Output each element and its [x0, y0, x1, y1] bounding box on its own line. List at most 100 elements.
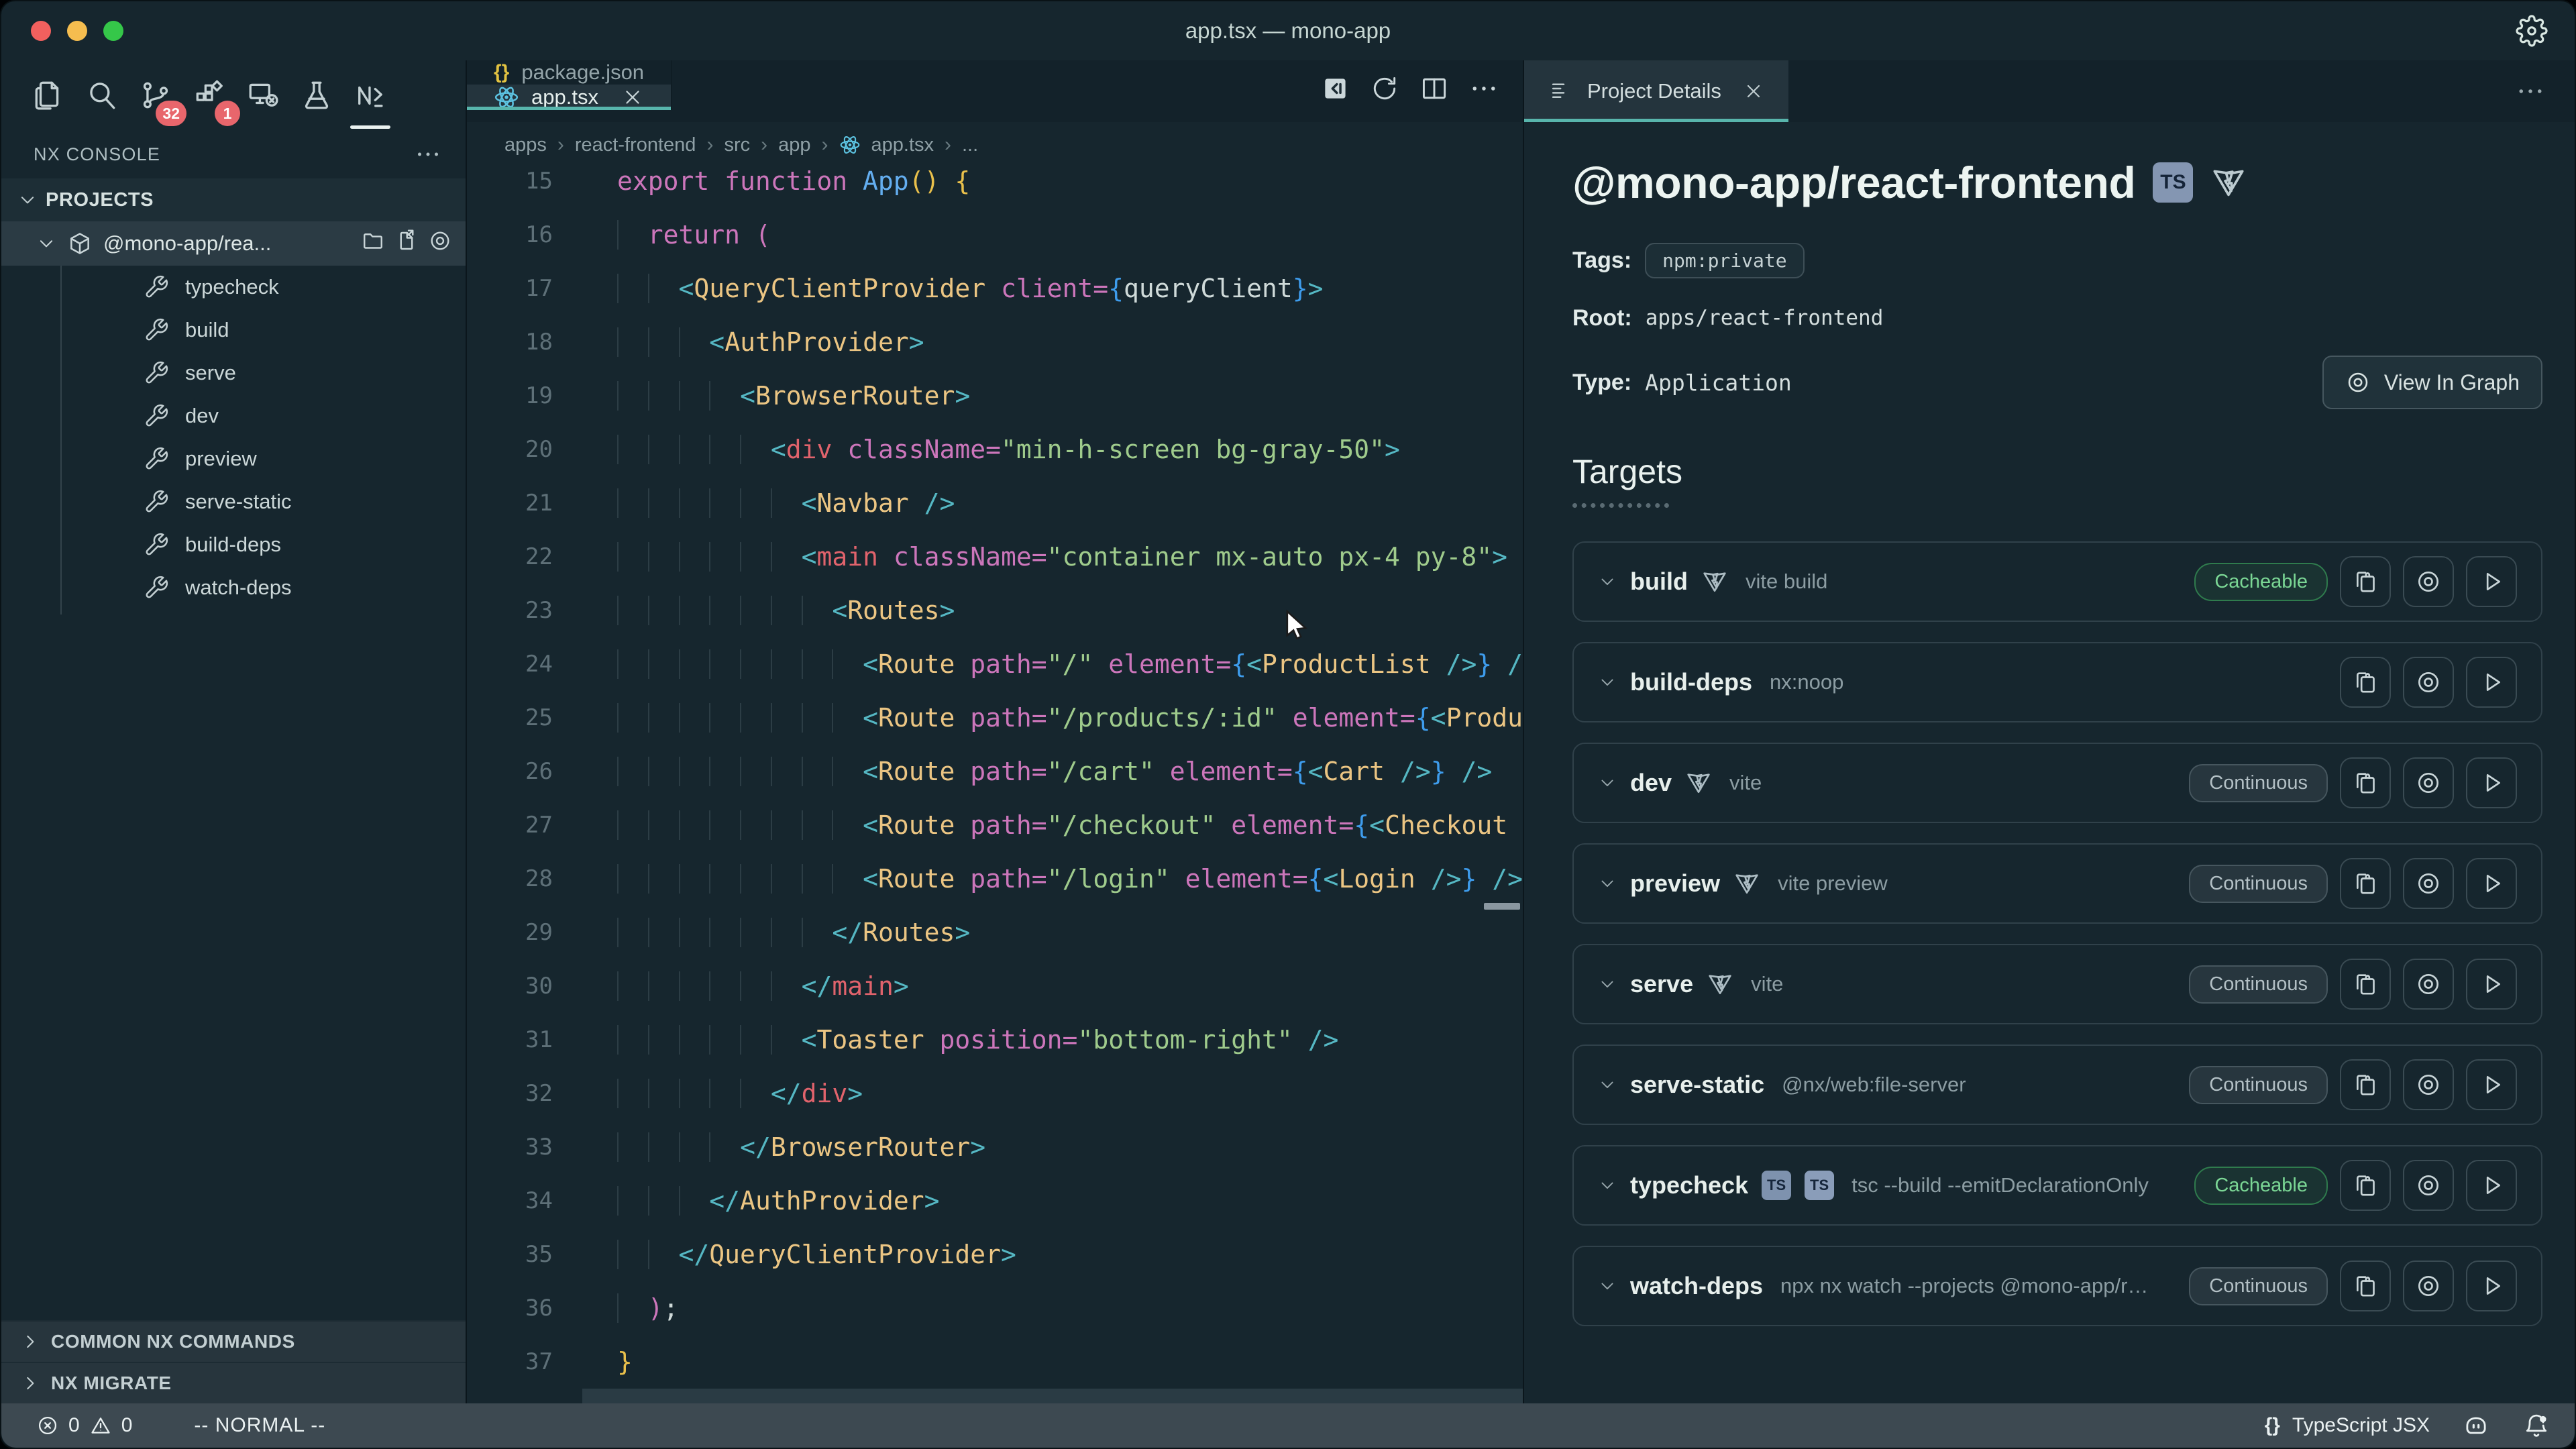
run-target-button[interactable]: [2466, 657, 2517, 708]
project-row-selected[interactable]: @mono-app/rea...: [1, 221, 466, 266]
tree-item-dev[interactable]: dev: [1, 394, 466, 437]
sidebar-header: NX CONSOLE: [1, 130, 466, 178]
tab-app.tsx[interactable]: app.tsx: [467, 85, 672, 110]
minimize-window-button[interactable]: [67, 21, 87, 41]
open-changes-button[interactable]: [1320, 74, 1350, 109]
projects-section-header[interactable]: PROJECTS: [1, 178, 466, 221]
tree-item-typecheck[interactable]: typecheck: [1, 266, 466, 309]
focus-in-graph-button[interactable]: [428, 229, 452, 258]
target-name: typecheck: [1630, 1171, 1748, 1199]
target-card-dev[interactable]: dev vite Continuous: [1572, 743, 2542, 823]
language-mode-selector[interactable]: {} TypeScript JSX: [2265, 1414, 2430, 1437]
activity-item-source-control[interactable]: 32: [136, 70, 176, 121]
code-line-15: 15export function App() {: [467, 168, 1523, 208]
targets-tree: typecheckbuildservedevpreviewserve-stati…: [1, 266, 466, 609]
open-folder-icon: [361, 229, 385, 253]
copy-task-id-button[interactable]: [2340, 1260, 2391, 1311]
activity-item-remote-explorer[interactable]: [243, 70, 283, 121]
badge-continuous: Continuous: [2189, 865, 2328, 903]
tree-item-build[interactable]: build: [1, 309, 466, 352]
focus-target-in-graph-button[interactable]: [2403, 1160, 2454, 1211]
copy-task-id-button[interactable]: [2340, 858, 2391, 909]
run-target-button[interactable]: [2466, 556, 2517, 607]
zoom-window-button[interactable]: [103, 21, 123, 41]
warning-icon: [89, 1414, 112, 1437]
target-name: build: [1630, 568, 1688, 596]
split-editor-button[interactable]: [1419, 74, 1449, 109]
tree-item-serve-static[interactable]: serve-static: [1, 480, 466, 523]
breadcrumb-item[interactable]: app.tsx: [871, 134, 934, 156]
settings-gear-icon[interactable]: [2516, 15, 2548, 47]
target-card-typecheck[interactable]: typecheck TSTS tsc --build --emitDeclara…: [1572, 1145, 2542, 1226]
tab-package.json[interactable]: {}package.json: [467, 60, 672, 85]
tab-project-details[interactable]: Project Details: [1524, 60, 1788, 122]
focus-target-in-graph-button[interactable]: [2403, 657, 2454, 708]
section-nx-migrate[interactable]: NX MIGRATE: [1, 1362, 466, 1403]
copy-task-id-button[interactable]: [2340, 959, 2391, 1010]
run-target-button[interactable]: [2466, 1260, 2517, 1311]
view-in-graph-button[interactable]: View In Graph: [2322, 356, 2542, 409]
run-target-button[interactable]: [2466, 959, 2517, 1010]
copy-task-id-button[interactable]: [2340, 1160, 2391, 1211]
breadcrumb-item[interactable]: apps: [504, 134, 547, 156]
tree-item-preview[interactable]: preview: [1, 437, 466, 480]
panel-more-actions-icon[interactable]: [2516, 76, 2545, 106]
code-line-38: 38: [467, 1389, 1523, 1403]
section-common-nx-commands[interactable]: COMMON NX COMMANDS: [1, 1320, 466, 1362]
target-card-watch-deps[interactable]: watch-deps npx nx watch --projects @mono…: [1572, 1246, 2542, 1326]
close-window-button[interactable]: [31, 21, 51, 41]
target-card-preview[interactable]: preview vite preview Continuous: [1572, 843, 2542, 924]
notifications-bell-icon[interactable]: [2522, 1411, 2551, 1440]
close-icon[interactable]: [621, 86, 644, 109]
breadcrumb-item[interactable]: ...: [962, 134, 978, 156]
breadcrumb[interactable]: apps›react-frontend›src›app›app.tsx›...: [467, 122, 1523, 168]
run-target-button[interactable]: [2466, 757, 2517, 808]
activity-item-nx-console[interactable]: [350, 70, 390, 121]
run-target-button[interactable]: [2466, 858, 2517, 909]
copy-task-id-button[interactable]: [2340, 757, 2391, 808]
run-target-button[interactable]: [2466, 1059, 2517, 1110]
close-icon[interactable]: [1743, 80, 1764, 102]
editor-tabs: {}package.jsonapp.tsx: [467, 60, 1523, 122]
breadcrumb-item[interactable]: app: [778, 134, 810, 156]
target-card-build-deps[interactable]: build-deps nx:noop: [1572, 642, 2542, 722]
refresh-button[interactable]: [1370, 74, 1399, 109]
edit-project-config-button[interactable]: [394, 229, 419, 258]
copy-task-id-button[interactable]: [2340, 556, 2391, 607]
activity-item-explorer[interactable]: [28, 70, 68, 121]
focus-target-in-graph-button[interactable]: [2403, 556, 2454, 607]
code-line-17: 17 <QueryClientProvider client={queryCli…: [467, 262, 1523, 315]
tree-item-build-deps[interactable]: build-deps: [1, 523, 466, 566]
focus-target-in-graph-button[interactable]: [2403, 757, 2454, 808]
problems-indicator[interactable]: 0 0: [36, 1414, 132, 1437]
more-actions-button[interactable]: [1469, 74, 1499, 109]
sidebar-more-actions-icon[interactable]: [415, 141, 441, 168]
package-cube-icon: [67, 231, 93, 256]
chevron-down-icon: [1598, 773, 1617, 792]
activity-item-testing[interactable]: [297, 70, 337, 121]
tree-item-serve[interactable]: serve: [1, 352, 466, 394]
focus-target-in-graph-button[interactable]: [2403, 1260, 2454, 1311]
code-line-26: 26 <Route path="/cart" element={<Cart />…: [467, 745, 1523, 798]
focus-target-in-graph-button[interactable]: [2403, 959, 2454, 1010]
target-card-serve[interactable]: serve vite Continuous: [1572, 944, 2542, 1024]
breadcrumb-item[interactable]: src: [724, 134, 750, 156]
open-folder-button[interactable]: [361, 229, 385, 258]
breadcrumb-item[interactable]: react-frontend: [575, 134, 696, 156]
copilot-icon[interactable]: [2462, 1411, 2490, 1440]
code-editor[interactable]: 15export function App() {16 return (17 <…: [467, 168, 1523, 1403]
vim-mode-indicator[interactable]: -- NORMAL --: [194, 1414, 325, 1437]
copy-task-id-button[interactable]: [2340, 657, 2391, 708]
activity-item-extensions[interactable]: 1: [189, 70, 229, 121]
activity-item-search[interactable]: [82, 70, 122, 121]
tree-item-watch-deps[interactable]: watch-deps: [1, 566, 466, 609]
wrench-icon: [144, 274, 169, 300]
copy-task-id-icon: [2352, 769, 2379, 796]
focus-target-in-graph-icon: [2415, 669, 2442, 696]
focus-target-in-graph-button[interactable]: [2403, 858, 2454, 909]
focus-target-in-graph-button[interactable]: [2403, 1059, 2454, 1110]
copy-task-id-button[interactable]: [2340, 1059, 2391, 1110]
target-card-serve-static[interactable]: serve-static @nx/web:file-server Continu…: [1572, 1044, 2542, 1125]
run-target-button[interactable]: [2466, 1160, 2517, 1211]
target-card-build[interactable]: build vite build Cacheable: [1572, 541, 2542, 622]
